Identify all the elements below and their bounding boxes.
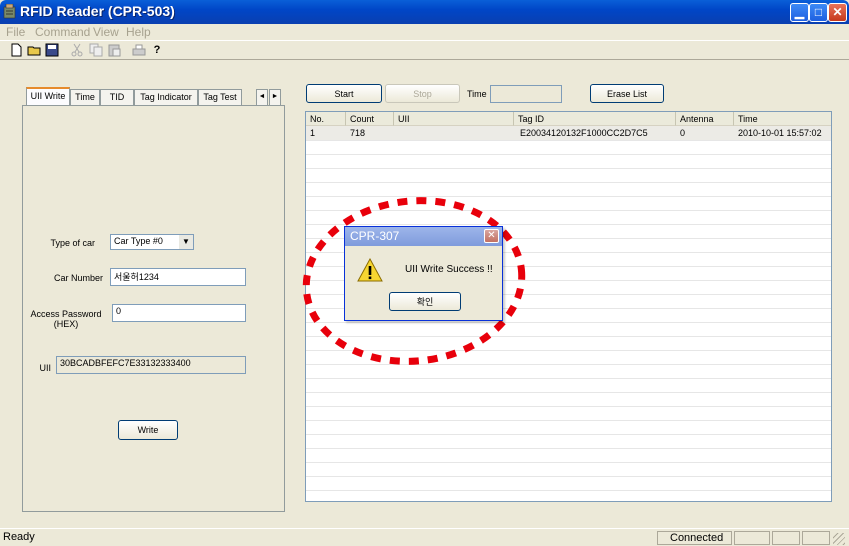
connection-status: Connected [657,531,732,545]
status-panel-empty-2 [772,531,800,545]
column-header-count[interactable]: Count [346,112,394,126]
tab-scroll-left-button[interactable]: ◄ [256,89,268,105]
window-title: RFID Reader (CPR-503) [20,3,175,19]
tab-scroll-right-button[interactable]: ► [269,89,281,105]
resize-grip[interactable] [833,533,845,545]
minimize-button[interactable]: ▁ [790,3,809,22]
menu-command[interactable]: Command [35,25,90,39]
grid-line [306,378,831,379]
toolbar: ? [0,40,849,60]
menu-file[interactable]: File [6,25,25,39]
menu-help[interactable]: Help [126,25,151,39]
chevron-down-icon[interactable]: ▼ [179,235,193,249]
status-panel-empty-3 [802,531,830,545]
cell-time: 2010-10-01 15:57:02 [734,126,831,140]
help-icon[interactable]: ? [150,43,164,57]
car-number-input[interactable]: 서울허1234 [110,268,246,286]
grid-line [306,490,831,491]
start-button[interactable]: Start [306,84,382,103]
tab-tag-test[interactable]: Tag Test [198,89,242,105]
status-panel-empty-1 [734,531,770,545]
maximize-button[interactable]: □ [809,3,828,22]
grid-line [306,420,831,421]
grid-line [306,154,831,155]
cut-icon[interactable] [70,43,84,57]
open-icon[interactable] [27,43,41,57]
warning-icon [357,258,383,282]
column-header-uii[interactable]: UII [394,112,514,126]
print-icon[interactable] [132,43,146,57]
time-label: Time [467,89,487,99]
tab-tag-indicator[interactable]: Tag Indicator [134,89,198,105]
time-field [490,85,562,103]
grid-line [306,168,831,169]
copy-icon[interactable] [89,43,103,57]
status-bar: Ready Connected [0,528,849,546]
column-header-antenna[interactable]: Antenna [676,112,734,126]
column-header-no[interactable]: No. [306,112,346,126]
app-icon [3,4,16,19]
uii-readonly-field: 30BCADBFEFC7E33132333400 [56,356,246,374]
grid-line [306,182,831,183]
menu-bar: File Command View Help [0,24,849,40]
cell-uii [394,126,514,140]
type-of-car-label: Type of car [50,238,95,248]
paste-icon[interactable] [107,43,121,57]
new-icon[interactable] [9,43,23,57]
uii-label: UII [39,363,51,373]
type-of-car-select[interactable]: Car Type #0 ▼ [110,234,194,250]
type-of-car-value: Car Type #0 [114,236,163,246]
tab-time[interactable]: Time [70,89,100,105]
tab-tid[interactable]: TID [100,89,134,105]
ok-button[interactable]: 확인 [389,292,461,311]
cell-tag-id: E20034120132F1000CC2D7C5 [514,126,676,140]
column-header-tag-id[interactable]: Tag ID [514,112,676,126]
dialog-message: UII Write Success !! [405,264,493,275]
grid-line [306,462,831,463]
car-number-label: Car Number [53,273,103,283]
grid-line [306,476,831,477]
erase-list-button[interactable]: Erase List [590,84,664,103]
close-button[interactable]: ✕ [828,3,847,22]
cell-no: 1 [306,126,346,140]
column-header-time[interactable]: Time [734,112,831,126]
tab-page-uii-write: Type of car Car Type #0 ▼ Car Number 서울허… [22,105,285,512]
message-dialog: CPR-307 ✕ UII Write Success !! 확인 [344,226,503,321]
status-text: Ready [3,531,35,543]
access-password-label: Access Password (HEX) [30,309,102,329]
grid-line [306,140,831,141]
grid-line [306,392,831,393]
write-button[interactable]: Write [118,420,178,440]
grid-line [306,406,831,407]
save-icon[interactable] [45,43,59,57]
dialog-close-icon[interactable]: ✕ [484,229,499,243]
tab-uii-write[interactable]: UII Write [26,87,70,105]
access-password-input[interactable]: 0 [112,304,246,322]
cell-antenna: 0 [676,126,734,140]
dialog-title[interactable]: CPR-307 [345,227,502,246]
stop-button[interactable]: Stop [385,84,460,103]
grid-line [306,434,831,435]
title-bar[interactable]: RFID Reader (CPR-503) ▁ □ ✕ [0,0,849,24]
menu-view[interactable]: View [93,25,119,39]
cell-count: 718 [346,126,394,140]
grid-line [306,448,831,449]
